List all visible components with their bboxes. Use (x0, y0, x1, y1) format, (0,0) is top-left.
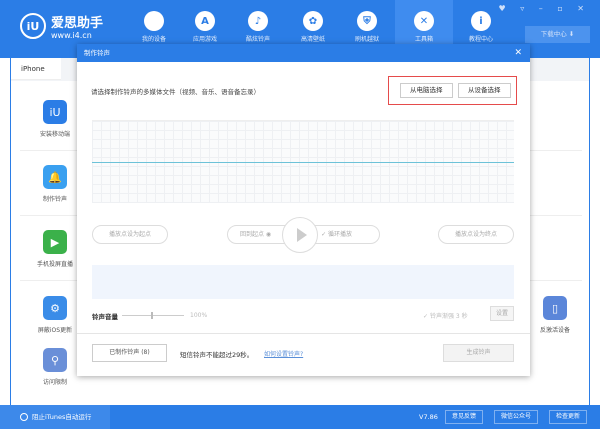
fade-settings-button[interactable]: 设置 (490, 306, 514, 321)
make-ringtone-dialog: 制作铃声 ✕ 请选择制作铃声的多媒体文件（视频、音乐、语音备忘录） 从电脑选择 从… (77, 44, 530, 376)
selection-track[interactable] (92, 265, 514, 299)
nav-label: 教程中心 (468, 36, 493, 43)
status-bar: 阻止iTunes自动运行 V7.86 意见反馈 微信公众号 检查更新 (0, 405, 600, 429)
nav-label: 我的设备 (141, 36, 166, 43)
select-prompt: 请选择制作铃声的多媒体文件（视频、音乐、语音备忘录） (91, 88, 260, 96)
tool-label: 反激活设备 (539, 327, 570, 334)
back-to-start-button[interactable]: 回到起点 (240, 231, 264, 238)
nav-label: 酷炫铃声 (245, 36, 270, 43)
tool-label: 访问限制 (42, 379, 67, 386)
divider (530, 150, 582, 151)
radio-icon (20, 413, 28, 421)
divider (530, 280, 582, 281)
nav-label: 应用游戏 (192, 36, 217, 43)
tools-icon: ✕ (414, 11, 434, 31)
logo-icon: iU (20, 13, 46, 39)
divider (20, 280, 80, 281)
box-icon: ⛨ (357, 11, 377, 31)
i4-icon: iU (43, 100, 67, 124)
nav-label: 刷机越狱 (354, 36, 379, 43)
loop-checkbox[interactable]: ✓ 循环播放 (321, 231, 352, 238)
nav-my-device[interactable]: 我的设备 (125, 0, 183, 48)
app-store-icon: A (195, 11, 215, 31)
window-controls[interactable]: ♥ ▿ – ▫ ✕ (499, 4, 590, 13)
fade-in-checkbox[interactable]: ✓ 铃声渐强 3 秒 (423, 311, 468, 320)
generate-ringtone-button[interactable]: 生成铃声 (443, 344, 514, 362)
made-ringtones-button[interactable]: 已制作铃声 (8) (92, 344, 167, 362)
divider (77, 333, 530, 334)
dialog-title: 制作铃声 (84, 49, 110, 57)
nav-label: 工具箱 (414, 36, 433, 43)
sms-limit-note: 短信铃声不能超过29秒。 (180, 351, 254, 359)
nav-flash[interactable]: ⛨ 刷机越狱 (338, 0, 396, 48)
tablet-icon: ▯ (543, 296, 567, 320)
from-pc-button[interactable]: 从电脑选择 (400, 83, 453, 98)
nav-apps[interactable]: A 应用游戏 (176, 0, 234, 48)
loop-label: 循环播放 (328, 231, 353, 238)
block-itunes-toggle[interactable]: 阻止iTunes自动运行 (0, 405, 110, 429)
volume-value: 100% (190, 312, 208, 319)
volume-label: 铃声音量 (92, 313, 118, 321)
waveform-area[interactable] (92, 120, 514, 203)
download-center-button[interactable]: 下载中心 ⬇ (525, 26, 590, 43)
play-icon (296, 228, 307, 242)
version: V7.86 (419, 413, 438, 421)
flower-icon: ✿ (303, 11, 323, 31)
fade-label: 铃声渐强 3 秒 (429, 313, 468, 320)
check-update-button[interactable]: 检查更新 (549, 410, 588, 424)
logo: iU 爱思助手 www.i4.cn (20, 12, 103, 40)
nav-label: 高清壁纸 (300, 36, 325, 43)
bell-icon: ♪ (248, 11, 268, 31)
divider (530, 215, 582, 216)
key-icon: ⚲ (43, 348, 67, 372)
itunes-label: 阻止iTunes自动运行 (32, 413, 92, 421)
window-border (589, 58, 590, 405)
volume-handle[interactable] (151, 312, 153, 319)
waveform-line (92, 162, 514, 163)
play-screen-icon: ▶ (43, 230, 67, 254)
dialog-header: 制作铃声 ✕ (77, 44, 530, 62)
gear-icon: ⚙ (43, 296, 67, 320)
set-start-button[interactable]: 播放点设为起点 (92, 225, 168, 244)
wechat-button[interactable]: 微信公众号 (494, 410, 539, 424)
logo-url: www.i4.cn (51, 31, 92, 40)
tab-iphone[interactable]: iPhone (11, 58, 61, 80)
nav-wallpapers[interactable]: ✿ 高清壁纸 (284, 0, 342, 48)
divider (20, 150, 80, 151)
howto-link[interactable]: 如何设置铃声? (264, 349, 303, 358)
volume-slider[interactable] (122, 312, 184, 319)
bell-icon: 🔔 (43, 165, 67, 189)
divider (20, 215, 80, 216)
nav-ringtones[interactable]: ♪ 酷炫铃声 (229, 0, 287, 48)
apple-icon (144, 11, 164, 31)
set-end-button[interactable]: 播放点设为终点 (438, 225, 514, 244)
from-device-button[interactable]: 从设备选择 (458, 83, 511, 98)
close-icon[interactable]: ✕ (514, 44, 522, 62)
info-icon: i (471, 11, 491, 31)
logo-title: 爱思助手 (51, 16, 104, 31)
highlight-box: 从电脑选择 从设备选择 (388, 76, 517, 105)
tool-deactivate-device[interactable]: ▯ 反激活设备 (520, 296, 590, 334)
nav-toolbox[interactable]: ✕ 工具箱 (395, 0, 453, 48)
feedback-button[interactable]: 意见反馈 (445, 410, 484, 424)
play-button[interactable] (282, 217, 318, 253)
